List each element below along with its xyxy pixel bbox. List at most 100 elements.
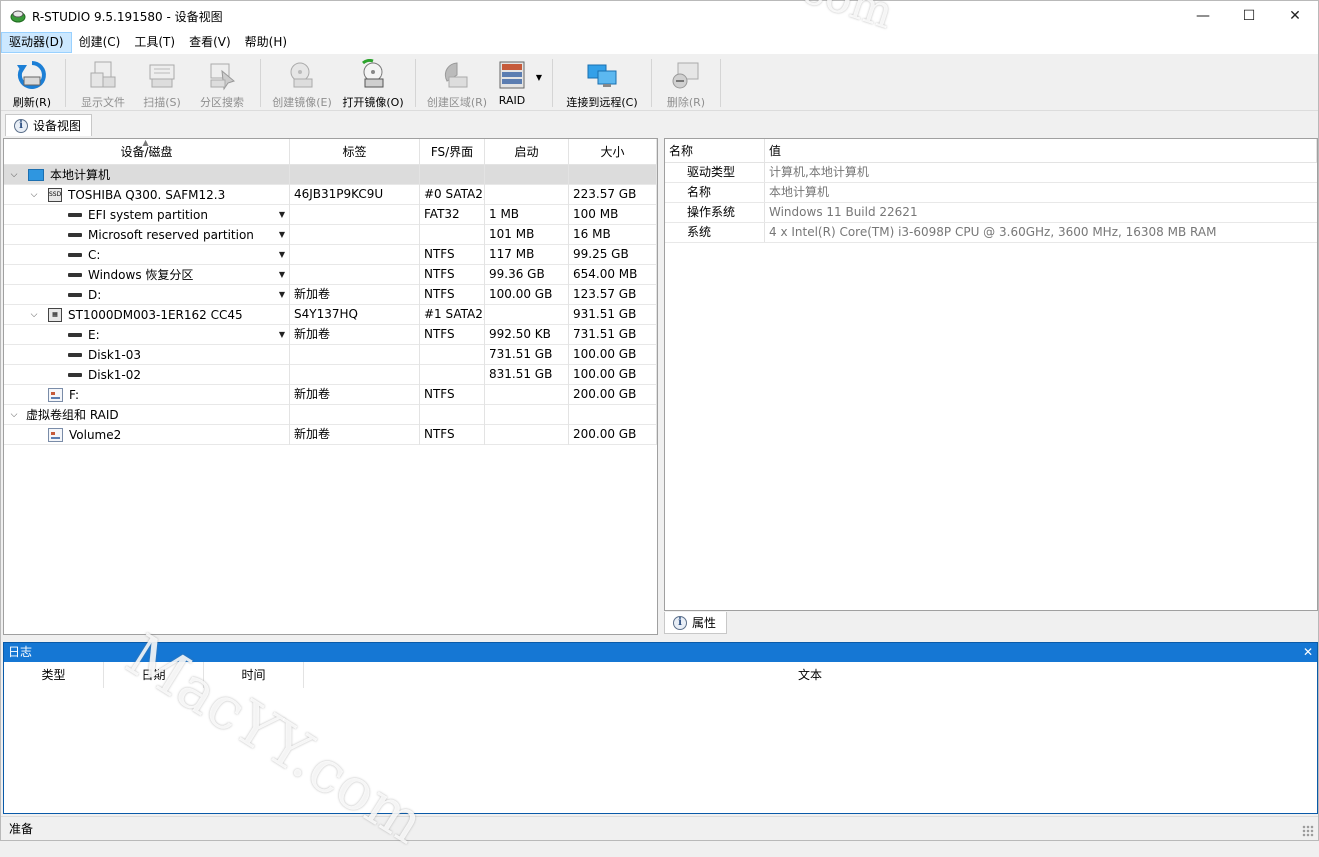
menu-drive[interactable]: 驱动器(D) [1,32,72,53]
status-text: 准备 [9,822,34,836]
menu-help[interactable]: 帮助(H) [238,32,294,53]
partition-icon [68,233,82,237]
tree-row-disk-toshiba[interactable]: ⌵ SSD TOSHIBA Q300. SAFM12.3 46JB31P9KC9… [4,185,657,205]
title-bar: R-STUDIO 9.5.191580 - 设备视图 — ☐ ✕ [1,1,1318,31]
create-region-button[interactable]: 创建区域(R) [422,55,492,111]
connect-remote-label: 连接到远程(C) [566,96,638,109]
collapse-icon[interactable]: ⌵ [8,166,20,185]
menu-tools[interactable]: 工具(T) [127,32,182,53]
row-start: 101 MB [485,225,569,245]
raid-icon [496,59,528,91]
refresh-button[interactable]: 刷新(R) [5,55,59,111]
scan-button[interactable]: 扫描(S) [134,55,190,111]
collapse-icon[interactable]: ⌵ [8,406,20,425]
create-image-icon [286,59,318,91]
column-size[interactable]: 大小 [569,139,657,165]
create-image-button[interactable]: 创建镜像(E) [267,55,337,111]
tree-row-disk-seagate[interactable]: ⌵ ▦ ST1000DM003-1ER162 CC45 S4Y137HQ #1 … [4,305,657,325]
column-log-text[interactable]: 文本 [304,662,1316,688]
row-name: 本地计算机 [50,167,111,182]
delete-label: 删除(R) [666,96,706,109]
dropdown-arrow-icon[interactable]: ▼ [279,225,285,244]
tree-row-partition[interactable]: E: ▼ 新加卷 NTFS 992.50 KB 731.51 GB [4,325,657,345]
row-fs: #1 SATA2, HDD [420,305,485,325]
property-value: 本地计算机 [769,185,830,199]
delete-button[interactable]: 删除(R) [658,55,714,111]
tab-device-view[interactable]: i 设备视图 [5,114,93,136]
tab-properties[interactable]: i 属性 [664,612,728,634]
partition-search-button[interactable]: 分区搜索 [190,55,254,111]
tree-row-partition[interactable]: C: ▼ NTFS 117 MB 99.25 GB [4,245,657,265]
row-fs: NTFS [420,245,485,265]
tree-row-partition[interactable]: Disk1-03 731.51 GB 100.00 GB [4,345,657,365]
collapse-icon[interactable]: ⌵ [28,186,40,205]
raid-dropdown-arrow-icon[interactable]: ▼ [532,55,546,82]
tree-cell-name: Volume2 [4,425,290,445]
tree-cell-name: Microsoft reserved partition ▼ [4,225,290,245]
row-fs [420,345,485,365]
tree-cell-name: ⌵ SSD TOSHIBA Q300. SAFM12.3 [4,185,290,205]
raid-button[interactable]: RAID [492,55,532,111]
tree-row-volume[interactable]: F: 新加卷 NTFS 200.00 GB [4,385,657,405]
dropdown-arrow-icon[interactable]: ▼ [279,325,285,344]
property-row[interactable]: 名称 本地计算机 [665,183,1317,203]
tree-row-partition[interactable]: Windows 恢复分区 ▼ NTFS 99.36 GB 654.00 MB [4,265,657,285]
close-button[interactable]: ✕ [1272,1,1318,31]
maximize-button[interactable]: ☐ [1226,1,1272,31]
row-size: 16 MB [569,225,657,245]
raid-label: RAID [498,94,526,107]
column-log-time[interactable]: 时间 [204,662,304,688]
property-name: 名称 [665,183,765,202]
dropdown-arrow-icon[interactable]: ▼ [279,265,285,284]
column-start[interactable]: 启动 [485,139,569,165]
tree-row-partition[interactable]: EFI system partition ▼ FAT32 1 MB 100 MB [4,205,657,225]
tree-cell-name: Disk1-03 [4,345,290,365]
close-log-icon[interactable]: ✕ [1303,643,1313,662]
row-name: ST1000DM003-1ER162 CC45 [68,307,243,322]
tree-row-local-computer[interactable]: ⌵ 本地计算机 [4,165,657,185]
row-label: 新加卷 [290,425,420,445]
row-label [290,245,420,265]
connect-remote-button[interactable]: 连接到远程(C) [559,55,645,111]
row-size: 931.51 GB [569,305,657,325]
toolbar-separator [65,59,66,107]
menu-view[interactable]: 查看(V) [182,32,238,53]
row-size [569,165,657,185]
property-row[interactable]: 操作系统 Windows 11 Build 22621 [665,203,1317,223]
toolbar: 刷新(R) 显示文件 扫描(S) 分区搜索 创建镜像(E) 打开镜像(O) 创建… [1,55,1318,111]
column-prop-value[interactable]: 值 [765,139,1317,163]
row-size: 100 MB [569,205,657,225]
create-image-label: 创建镜像(E) [272,96,332,109]
property-value: 计算机,本地计算机 [769,165,869,179]
tree-row-partition[interactable]: Disk1-02 831.51 GB 100.00 GB [4,365,657,385]
tree-row-partition[interactable]: D: ▼ 新加卷 NTFS 100.00 GB 123.57 GB [4,285,657,305]
minimize-button[interactable]: — [1180,1,1226,31]
resize-grip-icon[interactable] [1302,825,1314,837]
row-start: 99.36 GB [485,265,569,285]
collapse-icon[interactable]: ⌵ [28,306,40,325]
open-image-button[interactable]: 打开镜像(O) [337,55,409,111]
column-device[interactable]: ▲ 设备/磁盘 [4,139,290,165]
menu-create[interactable]: 创建(C) [72,32,128,53]
dropdown-arrow-icon[interactable]: ▼ [279,285,285,304]
tree-row-virtual-raid[interactable]: ⌵ 虚拟卷组和 RAID [4,405,657,425]
column-fs[interactable]: FS/界面 [420,139,485,165]
show-files-button[interactable]: 显示文件 [72,55,134,111]
column-log-type[interactable]: 类型 [4,662,104,688]
property-row[interactable]: 驱动类型 计算机,本地计算机 [665,163,1317,183]
device-grid-header: ▲ 设备/磁盘 标签 FS/界面 启动 大小 [4,139,657,165]
row-size [569,405,657,425]
column-label[interactable]: 标签 [290,139,420,165]
dropdown-arrow-icon[interactable]: ▼ [279,245,285,264]
column-prop-name[interactable]: 名称 [665,139,765,163]
column-log-date[interactable]: 日期 [104,662,204,688]
tree-row-volume[interactable]: Volume2 新加卷 NTFS 200.00 GB [4,425,657,445]
property-row[interactable]: 系统 4 x Intel(R) Core(TM) i3-6098P CPU @ … [665,223,1317,243]
tree-cell-name: ⌵ ▦ ST1000DM003-1ER162 CC45 [4,305,290,325]
tree-row-partition[interactable]: Microsoft reserved partition ▼ 101 MB 16… [4,225,657,245]
row-name: F: [69,387,80,402]
row-start [485,385,569,405]
tree-cell-name: ⌵ 本地计算机 [4,165,290,185]
dropdown-arrow-icon[interactable]: ▼ [279,205,285,224]
delete-icon [670,59,702,91]
